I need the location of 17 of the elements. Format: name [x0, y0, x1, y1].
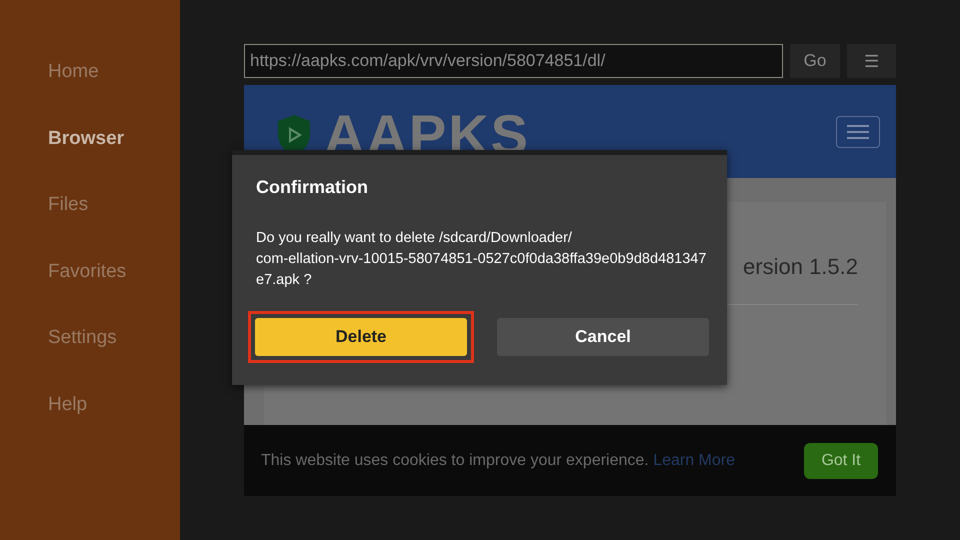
dialog-button[interactable]: Cancel: [497, 318, 709, 356]
go-button[interactable]: Go: [790, 44, 840, 78]
sidebar-item[interactable]: Browser: [0, 116, 180, 183]
dialog-title: Confirmation: [256, 177, 369, 198]
dialog-button[interactable]: Delete: [255, 318, 467, 356]
sidebar-item[interactable]: Home: [0, 50, 180, 116]
menu-button[interactable]: ☰: [847, 44, 896, 78]
cookie-text: This website uses cookies to improve your experience. Learn More: [261, 452, 736, 470]
sidebar-item[interactable]: Favorites: [0, 250, 180, 316]
sidebar-item[interactable]: Files: [0, 183, 180, 250]
sidebar-item[interactable]: Help: [0, 382, 180, 449]
dialog-message: Do you really want to delete /sdcard/Downloader/ com-ellation-vrv-10015-58074851-0527c0f0da38ffa39e0b9d8d481347e7.apk ?: [256, 229, 708, 290]
page-heading: ersion 1.5.2: [743, 254, 858, 280]
url-field[interactable]: https://aapks.com/apk/vrv/version/58074851/dl/: [244, 44, 783, 78]
sidebar-item[interactable]: Settings: [0, 316, 180, 382]
hamburger-menu-icon[interactable]: [836, 116, 880, 148]
got-it-button[interactable]: Got It: [804, 442, 878, 478]
